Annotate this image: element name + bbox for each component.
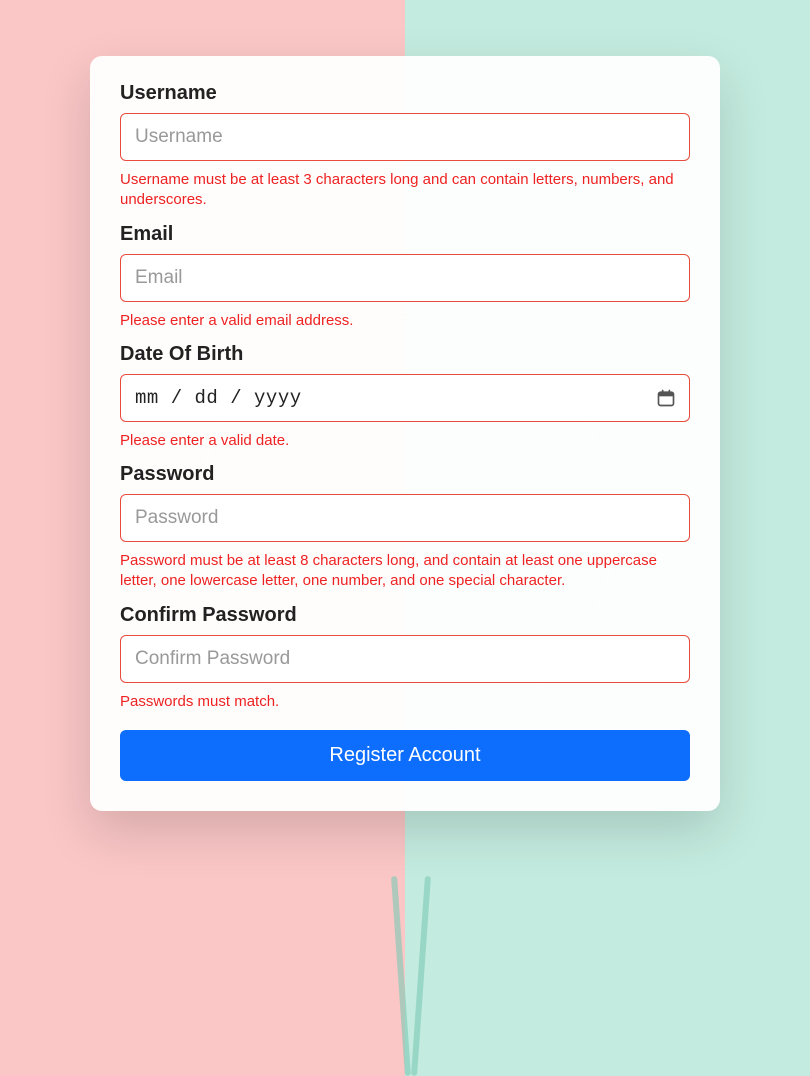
username-input[interactable] [120,113,690,161]
dob-error: Please enter a valid date. [120,431,690,451]
register-account-button[interactable]: Register Account [120,730,690,781]
background-decoration [411,876,431,1076]
password-label: Password [120,463,690,486]
confirm-password-label: Confirm Password [120,604,690,627]
password-input[interactable] [120,494,690,542]
email-error: Please enter a valid email address. [120,311,690,331]
email-input[interactable] [120,254,690,302]
confirm-password-error: Passwords must match. [120,692,690,712]
background-decoration [391,876,411,1076]
username-field-group: Username Username must be at least 3 cha… [120,82,690,211]
confirm-password-field-group: Confirm Password Passwords must match. [120,604,690,712]
email-label: Email [120,223,690,246]
dob-label: Date Of Birth [120,343,690,366]
email-field-group: Email Please enter a valid email address… [120,223,690,331]
dob-field-group: Date Of Birth mm / dd / yyyy Please ente… [120,343,690,451]
password-error: Password must be at least 8 characters l… [120,551,690,592]
username-error: Username must be at least 3 characters l… [120,170,690,211]
register-form-card: Username Username must be at least 3 cha… [90,56,720,811]
dob-input[interactable] [120,374,690,422]
password-field-group: Password Password must be at least 8 cha… [120,463,690,592]
username-label: Username [120,82,690,105]
dob-input-wrapper: mm / dd / yyyy [120,374,690,422]
confirm-password-input[interactable] [120,635,690,683]
